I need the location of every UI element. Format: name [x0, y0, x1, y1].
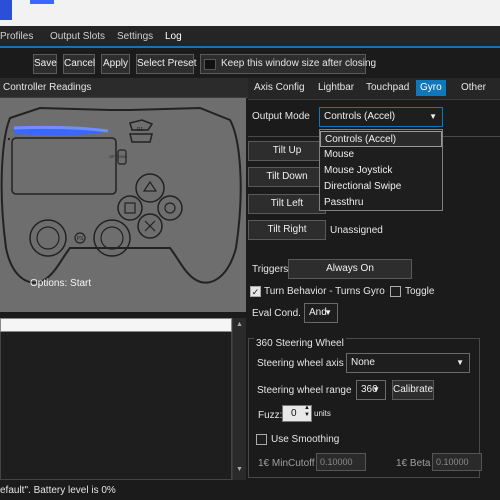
tab-axis-config[interactable]: Axis Config [254, 82, 305, 93]
toggle-label: Toggle [405, 286, 435, 297]
log-list[interactable] [0, 318, 232, 480]
option-mouse-joystick[interactable]: Mouse Joystick [320, 163, 442, 179]
menu-profiles[interactable]: Profiles [0, 31, 33, 42]
eval-cond-label: Eval Cond. [252, 308, 301, 319]
keep-window-size-toggle[interactable]: Keep this window size after closing [200, 54, 376, 74]
taskbar-fragment [0, 0, 12, 20]
settings-tabbar: Axis Config Lightbar Touchpad Gyro Other [248, 78, 500, 100]
menu-output-slots[interactable]: Output Slots [50, 31, 105, 42]
chevron-down-icon: ▼ [456, 358, 464, 367]
beta-label: 1€ Beta [396, 458, 431, 469]
keep-window-checkbox[interactable] [204, 59, 216, 70]
output-mode-label: Output Mode [252, 111, 310, 122]
option-directional-swipe[interactable]: Directional Swipe [320, 179, 442, 195]
controller-readings-panel: R1 OPTIONS PS Options: Start [0, 98, 246, 312]
steering-range-label: Steering wheel range [257, 385, 352, 396]
fuzz-unit-label: units [314, 409, 331, 418]
svg-text:PS: PS [77, 236, 84, 242]
eval-cond-dropdown[interactable]: And ▼ [304, 303, 338, 323]
controller-status-text: Options: Start [30, 278, 92, 289]
menu-settings[interactable]: Settings [117, 31, 153, 42]
taskbar-fragment-accent [30, 0, 54, 4]
output-mode-dropdown[interactable]: Controls (Accel) ▼ [319, 107, 443, 127]
steering-wheel-title: 360 Steering Wheel [254, 338, 346, 349]
triggers-label: Triggers [252, 264, 289, 275]
option-passthru[interactable]: Passthru [320, 195, 442, 211]
svg-text:R1: R1 [137, 127, 144, 133]
tilt-down-button[interactable]: Tilt Down [248, 167, 326, 187]
tab-touchpad[interactable]: Touchpad [366, 82, 409, 93]
min-cutoff-input[interactable]: 0.10000 [316, 453, 366, 471]
steering-axis-value: None [351, 357, 375, 368]
output-mode-options: Controls (Accel) Mouse Mouse Joystick Di… [319, 129, 443, 211]
status-text: efault". Battery level is 0% [0, 485, 116, 496]
turn-behavior-label: Turn Behavior - Turns Gyro [264, 286, 385, 297]
select-preset-button[interactable]: Select Preset [136, 54, 196, 74]
fuzz-value: 0 [291, 408, 297, 419]
svg-text:OPTIONS: OPTIONS [109, 154, 127, 159]
tab-other[interactable]: Other [461, 82, 486, 93]
fuzz-stepper[interactable]: 0 ▲ ▼ [282, 405, 312, 422]
output-mode-value: Controls (Accel) [324, 111, 396, 122]
scroll-up-icon[interactable]: ▲ [236, 321, 243, 328]
chevron-down-icon: ▼ [324, 308, 332, 317]
beta-input[interactable]: 0.10000 [432, 453, 482, 471]
beta-value: 0.10000 [436, 457, 469, 467]
status-bar: efault". Battery level is 0% [0, 480, 500, 500]
min-cutoff-value: 0.10000 [320, 457, 353, 467]
tilt-right-button[interactable]: Tilt Right [248, 220, 326, 240]
use-smoothing-label: Use Smoothing [271, 434, 340, 445]
scroll-down-icon[interactable]: ▼ [236, 466, 243, 473]
menu-bar: Profiles Output Slots Settings Log [0, 26, 500, 48]
stepper-arrows-icon[interactable]: ▲ ▼ [304, 405, 310, 419]
keep-window-label: Keep this window size after closing [221, 58, 377, 69]
tab-lightbar[interactable]: Lightbar [318, 82, 354, 93]
log-scrollbar[interactable]: ▲ ▼ [232, 318, 246, 480]
apply-button[interactable]: Apply [101, 54, 130, 74]
chevron-down-icon: ▼ [372, 385, 380, 394]
fuzz-label: Fuzz: [258, 410, 283, 421]
min-cutoff-label: 1€ MinCutoff [258, 458, 315, 469]
tilt-right-value: Unassigned [330, 225, 383, 236]
save-button[interactable]: Save [33, 54, 57, 74]
steering-range-dropdown[interactable]: 360 ▼ [356, 380, 386, 400]
toggle-checkbox[interactable] [390, 286, 401, 297]
option-mouse[interactable]: Mouse [320, 147, 442, 163]
desktop-strip [0, 0, 500, 26]
controller-readings-title: Controller Readings [3, 82, 92, 93]
tab-gyro[interactable]: Gyro [416, 80, 446, 96]
log-column-header [0, 318, 232, 332]
chevron-down-icon: ▼ [429, 112, 437, 121]
use-smoothing-checkbox[interactable] [256, 434, 267, 445]
calibrate-button[interactable]: Calibrate [392, 380, 434, 400]
tilt-left-button[interactable]: Tilt Left [248, 194, 326, 214]
steering-axis-dropdown[interactable]: None ▼ [346, 353, 470, 373]
menu-log[interactable]: Log [165, 31, 182, 42]
turn-behavior-checkbox[interactable]: ✓ [250, 286, 261, 297]
steering-axis-label: Steering wheel axis [257, 358, 344, 369]
triggers-button[interactable]: Always On [288, 259, 412, 279]
option-controls-accel[interactable]: Controls (Accel) [320, 131, 442, 147]
cancel-button[interactable]: Cancel [63, 54, 95, 74]
tilt-up-button[interactable]: Tilt Up [248, 141, 326, 161]
controller-readings-header: Controller Readings [0, 78, 248, 98]
